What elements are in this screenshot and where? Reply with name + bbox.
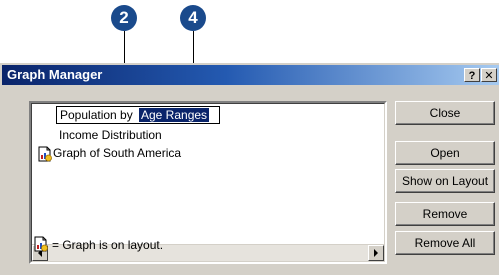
list-item[interactable]: Income Distribution bbox=[59, 127, 162, 144]
close-button[interactable]: Close bbox=[395, 101, 495, 125]
list-item-label: Graph of South America bbox=[53, 146, 182, 160]
show-on-layout-button[interactable]: Show on Layout bbox=[395, 169, 495, 193]
remove-all-button[interactable]: Remove All bbox=[395, 231, 495, 255]
graph-on-layout-icon bbox=[38, 146, 52, 162]
help-button[interactable]: ? bbox=[464, 68, 480, 82]
dialog-title-bar[interactable]: Graph Manager ? ✕ bbox=[2, 65, 499, 85]
legend-text: = Graph is on layout. bbox=[52, 238, 164, 252]
scroll-right-icon bbox=[374, 249, 378, 257]
rename-text-prefix: Population by bbox=[60, 108, 133, 122]
open-button[interactable]: Open bbox=[395, 141, 495, 165]
dialog-title: Graph Manager bbox=[7, 67, 103, 82]
list-item-label: Income Distribution bbox=[59, 128, 162, 142]
callout-4: 4 bbox=[180, 5, 206, 31]
scroll-right-button[interactable] bbox=[368, 245, 384, 261]
graph-on-layout-icon bbox=[34, 236, 48, 252]
graph-manager-dialog: Graph Manager ? ✕ Population by Age Rang… bbox=[0, 63, 499, 275]
list-item[interactable]: Graph of South America bbox=[53, 145, 181, 162]
rename-edit-box[interactable]: Population by Age Ranges bbox=[56, 106, 220, 124]
remove-button[interactable]: Remove bbox=[395, 202, 495, 226]
close-window-button[interactable]: ✕ bbox=[481, 68, 497, 82]
callout-2: 2 bbox=[111, 5, 137, 31]
rename-text-selected: Age Ranges bbox=[139, 108, 210, 122]
